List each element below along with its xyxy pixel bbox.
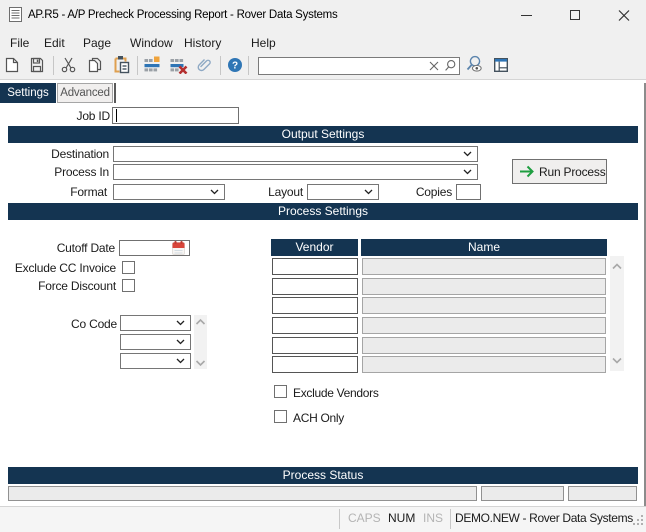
svg-text:?: ?	[232, 61, 238, 72]
